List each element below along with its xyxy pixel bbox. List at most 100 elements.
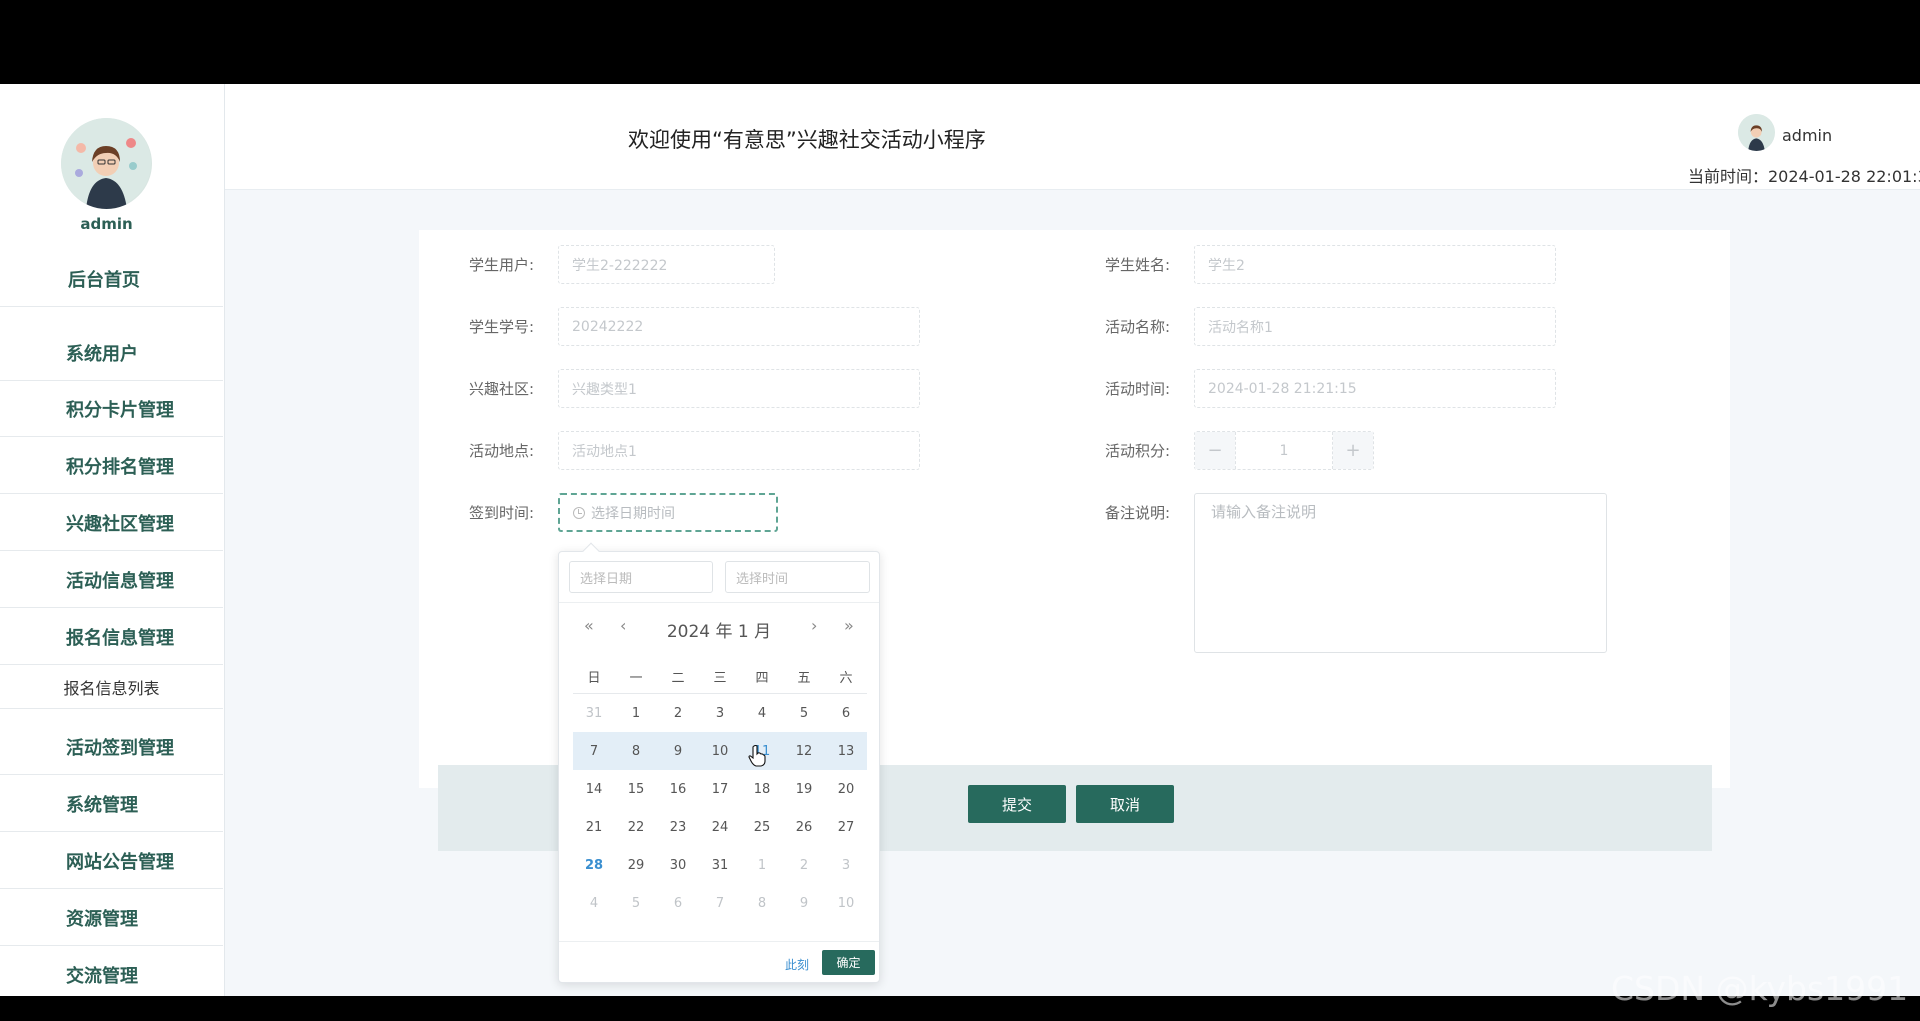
calendar-day[interactable]: 23 [657, 808, 699, 846]
confirm-button[interactable]: 确定 [822, 950, 875, 975]
calendar-day[interactable]: 5 [783, 694, 825, 732]
sidebar-item-points-card[interactable]: 积分卡片管理 [0, 381, 223, 437]
header-avatar[interactable] [1738, 114, 1775, 151]
increase-button[interactable]: + [1333, 432, 1373, 469]
calendar-day[interactable]: 10 [825, 884, 867, 922]
checkin-placeholder: 选择日期时间 [591, 505, 675, 522]
picker-month-label: 2024 年 1 月 [666, 622, 772, 642]
decrease-button[interactable]: − [1195, 432, 1235, 469]
calendar-day[interactable]: 19 [783, 770, 825, 808]
calendar-day[interactable]: 3 [699, 694, 741, 732]
calendar-day[interactable]: 29 [615, 846, 657, 884]
student-user-field[interactable]: 学生2-222222 [558, 245, 775, 284]
calendar-day-today[interactable]: 28 [573, 846, 615, 884]
remark-label: 备注说明: [1104, 504, 1170, 522]
calendar-day[interactable]: 5 [615, 884, 657, 922]
now-link[interactable]: 此刻 [785, 956, 809, 973]
calendar-day[interactable]: 22 [615, 808, 657, 846]
clock-icon [573, 506, 585, 519]
calendar-day[interactable]: 8 [741, 884, 783, 922]
calendar-day[interactable]: 4 [573, 884, 615, 922]
submit-button[interactable]: 提交 [968, 785, 1066, 823]
calendar-day[interactable]: 17 [699, 770, 741, 808]
calendar-day[interactable]: 4 [741, 694, 783, 732]
divider [559, 602, 879, 603]
sidebar-item-community[interactable]: 兴趣社区管理 [0, 495, 223, 551]
activity-name-label: 活动名称: [1104, 318, 1170, 336]
sidebar-item-activity-info[interactable]: 活动信息管理 [0, 552, 223, 608]
weekday-label: 日 [587, 671, 601, 686]
calendar-day[interactable]: 27 [825, 808, 867, 846]
calendar-day[interactable]: 2 [783, 846, 825, 884]
calendar-week-hover: 7 8 9 10 11 12 13 [573, 732, 867, 770]
sidebar-item-points-ranking[interactable]: 积分排名管理 [0, 438, 223, 494]
activity-name-field[interactable]: 活动名称1 [1194, 307, 1556, 346]
next-month-button[interactable]: › [811, 616, 817, 635]
weekday-header: 日 一 二 三 四 五 六 [573, 660, 867, 694]
weekday-label: 六 [839, 671, 853, 686]
calendar-day[interactable]: 9 [783, 884, 825, 922]
sidebar-item-system[interactable]: 系统管理 [0, 776, 223, 832]
sidebar-item-resources[interactable]: 资源管理 [0, 890, 223, 946]
next-year-button[interactable]: » [844, 616, 854, 635]
student-name-label: 学生姓名: [1104, 256, 1170, 274]
cancel-button[interactable]: 取消 [1076, 785, 1174, 823]
sidebar-item-checkin[interactable]: 活动签到管理 [0, 719, 223, 775]
avatar[interactable] [61, 118, 152, 209]
calendar-day[interactable]: 18 [741, 770, 783, 808]
sidebar-item-announcements[interactable]: 网站公告管理 [0, 833, 223, 889]
community-label: 兴趣社区: [468, 380, 534, 398]
datetime-picker: 选择日期 选择时间 « ‹ 2024 年 1 月 › » 日 一 二 三 四 五… [558, 542, 880, 983]
calendar-day[interactable]: 26 [783, 808, 825, 846]
sidebar-item-exchange[interactable]: 交流管理 [0, 947, 223, 996]
calendar-day[interactable]: 12 [783, 732, 825, 770]
sidebar-item-system-users[interactable]: 系统用户 [0, 325, 223, 381]
calendar-day[interactable]: 31 [699, 846, 741, 884]
calendar-day[interactable]: 7 [699, 884, 741, 922]
calendar-week: 31 1 2 3 4 5 6 [573, 694, 867, 732]
calendar-day[interactable]: 20 [825, 770, 867, 808]
calendar-day[interactable]: 9 [657, 732, 699, 770]
calendar-day[interactable]: 21 [573, 808, 615, 846]
calendar-day[interactable]: 8 [615, 732, 657, 770]
location-field[interactable]: 活动地点1 [558, 431, 920, 470]
calendar-day[interactable]: 24 [699, 808, 741, 846]
calendar-day[interactable]: 13 [825, 732, 867, 770]
student-user-label: 学生用户: [468, 256, 534, 274]
calendar-day[interactable]: 15 [615, 770, 657, 808]
student-no-field[interactable]: 20242222 [558, 307, 920, 346]
checkin-time-field[interactable]: 选择日期时间 [558, 493, 778, 532]
picker-date-input[interactable]: 选择日期 [569, 561, 713, 593]
sidebar-item-home[interactable]: 后台首页 [0, 251, 223, 307]
points-label: 活动积分: [1104, 442, 1170, 460]
calendar-day[interactable]: 7 [573, 732, 615, 770]
calendar-day[interactable]: 1 [615, 694, 657, 732]
sidebar-subitem-registration-list[interactable]: 报名信息列表 [0, 665, 223, 709]
calendar-day[interactable]: 30 [657, 846, 699, 884]
weekday-label: 一 [629, 671, 643, 686]
student-name-field[interactable]: 学生2 [1194, 245, 1556, 284]
calendar-day[interactable]: 2 [657, 694, 699, 732]
calendar-day[interactable]: 25 [741, 808, 783, 846]
picker-time-input[interactable]: 选择时间 [725, 561, 870, 593]
watermark: CSDN @kybs1991 [1611, 969, 1909, 1008]
community-field[interactable]: 兴趣类型1 [558, 369, 920, 408]
calendar-day[interactable]: 31 [573, 694, 615, 732]
weekday-label: 五 [797, 671, 811, 686]
remark-textarea[interactable]: 请输入备注说明 [1194, 493, 1607, 653]
sidebar-item-registration[interactable]: 报名信息管理 [0, 609, 223, 665]
calendar-day[interactable]: 10 [699, 732, 741, 770]
calendar-day[interactable]: 6 [825, 694, 867, 732]
calendar-week: 4 5 6 7 8 9 10 [573, 884, 867, 922]
calendar-day[interactable]: 14 [573, 770, 615, 808]
calendar-day[interactable]: 1 [741, 846, 783, 884]
header-username[interactable]: admin [1782, 126, 1832, 145]
activity-time-field[interactable]: 2024-01-28 21:21:15 [1194, 369, 1556, 408]
calendar-day[interactable]: 6 [657, 884, 699, 922]
calendar-week: 21 22 23 24 25 26 27 [573, 808, 867, 846]
points-stepper: − 1 + [1194, 431, 1374, 470]
app-screen: admin 后台首页 系统用户 积分卡片管理 积分排名管理 兴趣社区管理 活动信… [0, 84, 1920, 996]
calendar-day[interactable]: 16 [657, 770, 699, 808]
points-value[interactable]: 1 [1235, 432, 1333, 469]
calendar-day[interactable]: 3 [825, 846, 867, 884]
